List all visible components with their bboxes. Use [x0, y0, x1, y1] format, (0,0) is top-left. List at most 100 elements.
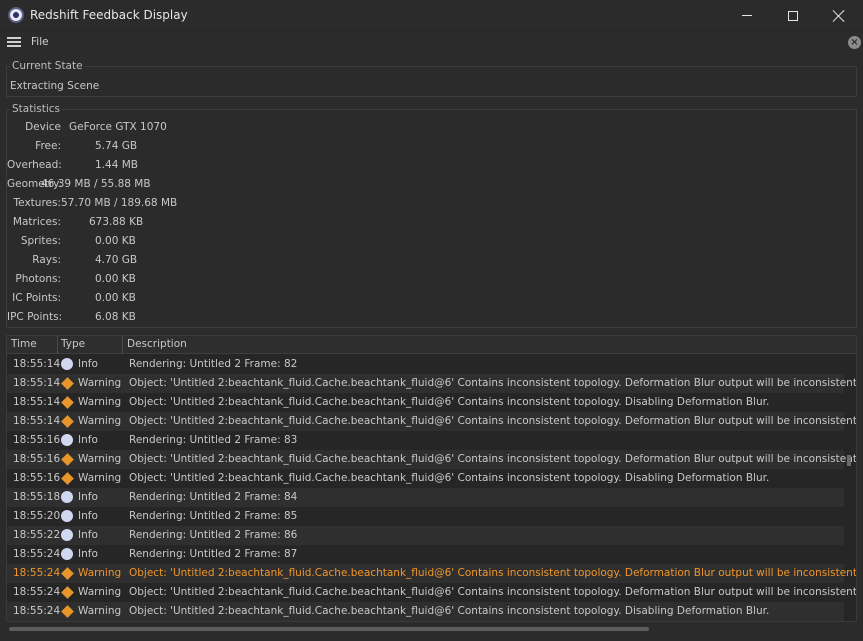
- log-time: 18:55:20: [13, 510, 61, 522]
- stat-value: 6.08 KB: [95, 311, 136, 323]
- stat-label: Textures:: [13, 197, 61, 209]
- current-state-group: Current State Extracting Scene: [6, 60, 857, 97]
- stat-row: Matrices: 673.88 KB: [7, 216, 307, 235]
- log-time: 18:55:16: [13, 472, 61, 484]
- stat-value: GeForce GTX 1070: [69, 121, 167, 133]
- log-time: 18:55:14: [13, 415, 61, 427]
- panel-close-icon[interactable]: ×: [848, 36, 861, 49]
- log-type: Info: [78, 510, 98, 522]
- log-time: 18:55:16: [13, 434, 61, 446]
- log-type: Warning: [78, 472, 122, 484]
- log-description: Object: 'Untitled 2:beachtank_fluid.Cach…: [129, 453, 857, 465]
- log-table[interactable]: Time Type Description 18:55:14 Info Render…: [6, 335, 857, 622]
- warning-icon: [61, 605, 74, 618]
- log-type: Info: [78, 491, 98, 503]
- log-header: Time Type Description: [7, 336, 856, 354]
- log-row[interactable]: 18:55:24 Warning Object: 'Untitled 2:beach…: [7, 564, 856, 583]
- stat-value: 1.44 MB: [95, 159, 138, 171]
- horizontal-scrollbar[interactable]: [6, 624, 857, 634]
- log-time: 18:55:14: [13, 396, 61, 408]
- log-type: Warning: [78, 377, 122, 389]
- log-row[interactable]: 18:55:14 Warning Object: 'Untitled 2:beach…: [7, 412, 856, 431]
- log-row[interactable]: 18:55:24 Warning Object: 'Untitled 2:beach…: [7, 583, 856, 602]
- stat-row: Overhead: 1.44 MB: [7, 159, 307, 178]
- stat-value: 4.70 GB: [95, 254, 138, 266]
- log-description: Object: 'Untitled 2:beachtank_fluid.Cach…: [129, 472, 770, 484]
- column-header-type[interactable]: Type: [61, 338, 85, 350]
- stat-label: Rays:: [32, 254, 61, 266]
- warning-icon: [61, 472, 74, 485]
- stat-value: 5.74 GB: [95, 140, 138, 152]
- stat-value: 673.88 KB: [89, 216, 144, 228]
- minimize-button[interactable]: [724, 0, 770, 31]
- log-type: Info: [78, 358, 98, 370]
- log-time: 18:55:24: [13, 605, 61, 617]
- log-description: Object: 'Untitled 2:beachtank_fluid.Cach…: [129, 377, 857, 389]
- log-type: Info: [78, 548, 98, 560]
- log-time: 18:55:16: [13, 453, 61, 465]
- log-type: Info: [78, 434, 98, 446]
- statistics-legend: Statistics: [10, 103, 62, 115]
- column-header-description[interactable]: Description: [127, 338, 187, 350]
- maximize-button[interactable]: [770, 0, 816, 31]
- warning-icon: [61, 377, 74, 390]
- log-row[interactable]: 18:55:22 Info Rendering: Untitled 2 Frame:…: [7, 526, 844, 545]
- log-row[interactable]: 18:55:24 Info Rendering: Untitled 2 Frame:…: [7, 545, 844, 564]
- log-type: Warning: [78, 415, 122, 427]
- log-description: Object: 'Untitled 2:beachtank_fluid.Cach…: [129, 567, 857, 579]
- stat-row: Free: 5.74 GB: [7, 140, 307, 159]
- warning-icon: [61, 415, 74, 428]
- column-header-time[interactable]: Time: [11, 338, 37, 350]
- log-row[interactable]: 18:55:16 Warning Object: 'Untitled 2:beach…: [7, 450, 856, 469]
- info-icon: [61, 529, 73, 541]
- column-separator[interactable]: [122, 336, 123, 354]
- stat-value: 0.00 KB: [95, 292, 136, 304]
- log-time: 18:55:14: [13, 358, 61, 370]
- log-row[interactable]: 18:55:16 Warning Object: 'Untitled 2:beach…: [7, 469, 844, 488]
- log-description: Rendering: Untitled 2 Frame: 86: [129, 529, 298, 541]
- log-type: Warning: [78, 567, 122, 579]
- log-time: 18:55:24: [13, 586, 61, 598]
- log-row[interactable]: 18:55:14 Info Rendering: Untitled 2 Frame:…: [7, 355, 844, 374]
- info-icon: [61, 491, 73, 503]
- log-description: Rendering: Untitled 2 Frame: 83: [129, 434, 298, 446]
- stat-label: Device: [25, 121, 61, 133]
- stat-label: Photons:: [15, 273, 61, 285]
- file-menu[interactable]: File: [31, 36, 49, 48]
- stat-row: Rays: 4.70 GB: [7, 254, 307, 273]
- stat-label: Matrices:: [12, 216, 61, 228]
- log-row[interactable]: 18:55:14 Warning Object: 'Untitled 2:beach…: [7, 374, 856, 393]
- log-time: 18:55:22: [13, 529, 61, 541]
- stat-row: IC Points: 0.00 KB: [7, 292, 307, 311]
- column-separator[interactable]: [57, 336, 58, 354]
- warning-icon: [61, 567, 74, 580]
- log-time: 18:55:18: [13, 491, 61, 503]
- warning-icon: [61, 453, 74, 466]
- log-description: Rendering: Untitled 2 Frame: 84: [129, 491, 298, 503]
- log-time: 18:55:24: [13, 567, 61, 579]
- log-row[interactable]: 18:55:18 Info Rendering: Untitled 2 Frame:…: [7, 488, 844, 507]
- statistics-group: Statistics Device GeForce GTX 1070 Free: 5.…: [6, 103, 857, 328]
- stat-row: Device GeForce GTX 1070: [7, 121, 307, 140]
- window-title: Redshift Feedback Display: [30, 8, 188, 22]
- stat-row: Sprites: 0.00 KB: [7, 235, 307, 254]
- stat-label: IPC Points:: [7, 311, 63, 323]
- hamburger-menu-icon[interactable]: [7, 37, 21, 47]
- horizontal-scrollbar-thumb[interactable]: [9, 627, 649, 631]
- log-row[interactable]: 18:55:16 Info Rendering: Untitled 2 Frame:…: [7, 431, 844, 450]
- log-description: Object: 'Untitled 2:beachtank_fluid.Cach…: [129, 605, 770, 617]
- stat-label: Free:: [35, 140, 61, 152]
- log-row[interactable]: 18:55:20 Info Rendering: Untitled 2 Frame:…: [7, 507, 844, 526]
- log-row[interactable]: 18:55:14 Warning Object: 'Untitled 2:beach…: [7, 393, 844, 412]
- log-description: Rendering: Untitled 2 Frame: 85: [129, 510, 298, 522]
- log-description: Object: 'Untitled 2:beachtank_fluid.Cach…: [129, 415, 857, 427]
- log-description: Object: 'Untitled 2:beachtank_fluid.Cach…: [129, 396, 770, 408]
- log-row[interactable]: 18:55:24 Warning Object: 'Untitled 2:beach…: [7, 602, 844, 621]
- close-button[interactable]: [816, 0, 862, 31]
- stat-value: 57.70 MB / 189.68 MB: [61, 197, 178, 209]
- log-type: Warning: [78, 605, 122, 617]
- log-type: Warning: [78, 453, 122, 465]
- vertical-scrollbar[interactable]: [847, 455, 851, 466]
- menu-bar: File ×: [0, 31, 863, 53]
- maximize-icon: [788, 10, 798, 21]
